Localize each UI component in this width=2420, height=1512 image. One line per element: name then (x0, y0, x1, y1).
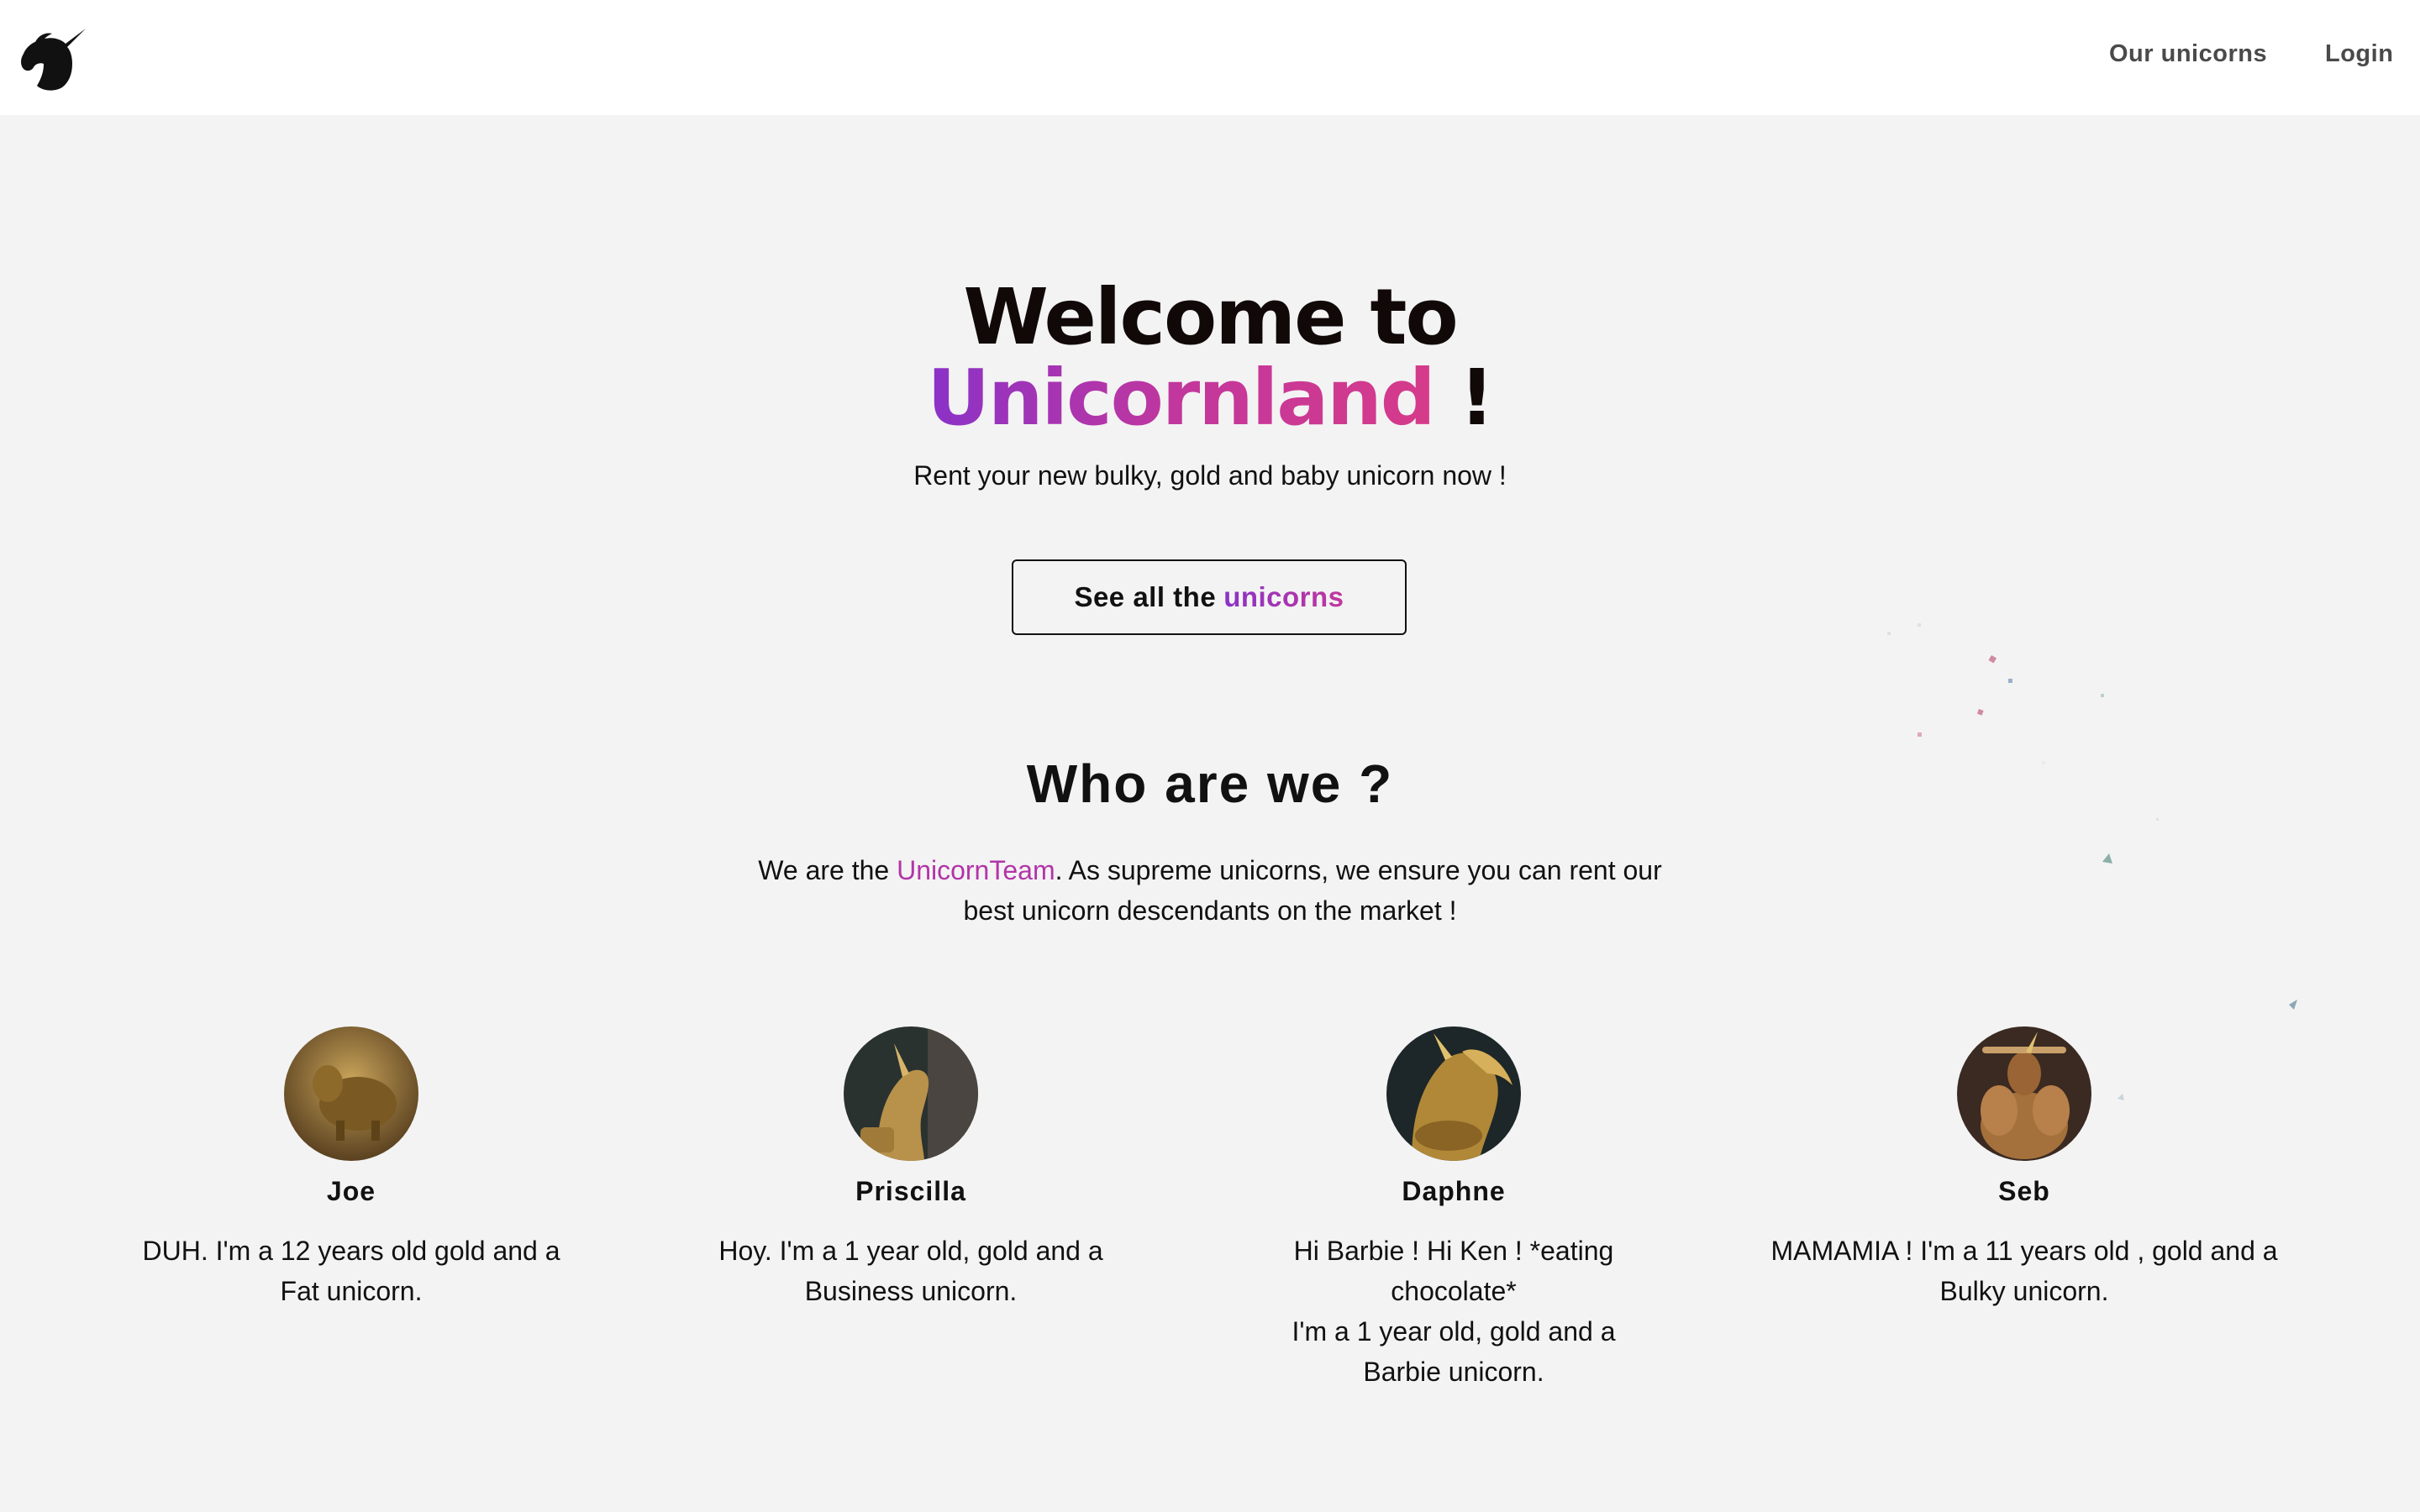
member-description: Hoy. I'm a 1 year old, gold and a Busine… (718, 1236, 1103, 1306)
confetti-decoration (1887, 623, 2297, 1100)
team-member-card: Priscilla Hoy. I'm a 1 year old, gold an… (650, 1026, 1171, 1311)
top-navbar: Our unicorns Login (0, 0, 2420, 115)
avatar (284, 1026, 418, 1161)
avatar (1386, 1026, 1521, 1161)
team-member-card: Joe DUH. I'm a 12 years old gold and a F… (91, 1026, 612, 1311)
cta-accent: unicorns (1223, 581, 1344, 612)
hero-title: Welcome to Unicornland ! (0, 277, 2420, 438)
member-description: Hi Barbie ! Hi Ken ! *eating chocolate* … (1292, 1236, 1616, 1387)
team-member-card: Daphne Hi Barbie ! Hi Ken ! *eating choc… (1193, 1026, 1714, 1392)
hero-title-suffix: ! (1434, 353, 1495, 443)
about-text-after: . As supreme unicorns, we ensure you can… (963, 855, 1662, 926)
unicorn-head-icon[interactable] (18, 25, 89, 92)
member-name: Daphne (1402, 1176, 1506, 1206)
member-name: Seb (1998, 1176, 2050, 1206)
see-all-unicorns-button[interactable]: See all the unicorns (1012, 559, 1407, 635)
hero-subtitle: Rent your new bulky, gold and baby unico… (913, 460, 1507, 491)
hero-title-line1: Welcome to (963, 272, 1458, 362)
member-name: Joe (326, 1176, 376, 1206)
about-text-before: We are the (758, 855, 897, 885)
member-name: Priscilla (855, 1176, 966, 1206)
about-team-name: UnicornTeam (897, 855, 1055, 885)
avatar (844, 1026, 978, 1161)
nav-login[interactable]: Login (2325, 40, 2393, 68)
cta-prefix: See all the (1074, 581, 1217, 612)
about-text: We are the UnicornTeam. As supreme unico… (739, 850, 1681, 931)
hero-title-brand: Unicornland (927, 353, 1435, 443)
nav-our-unicorns[interactable]: Our unicorns (2109, 40, 2267, 68)
member-description: MAMAMIA ! I'm a 11 years old , gold and … (1770, 1236, 2278, 1306)
member-description: DUH. I'm a 12 years old gold and a Fat u… (142, 1236, 560, 1306)
